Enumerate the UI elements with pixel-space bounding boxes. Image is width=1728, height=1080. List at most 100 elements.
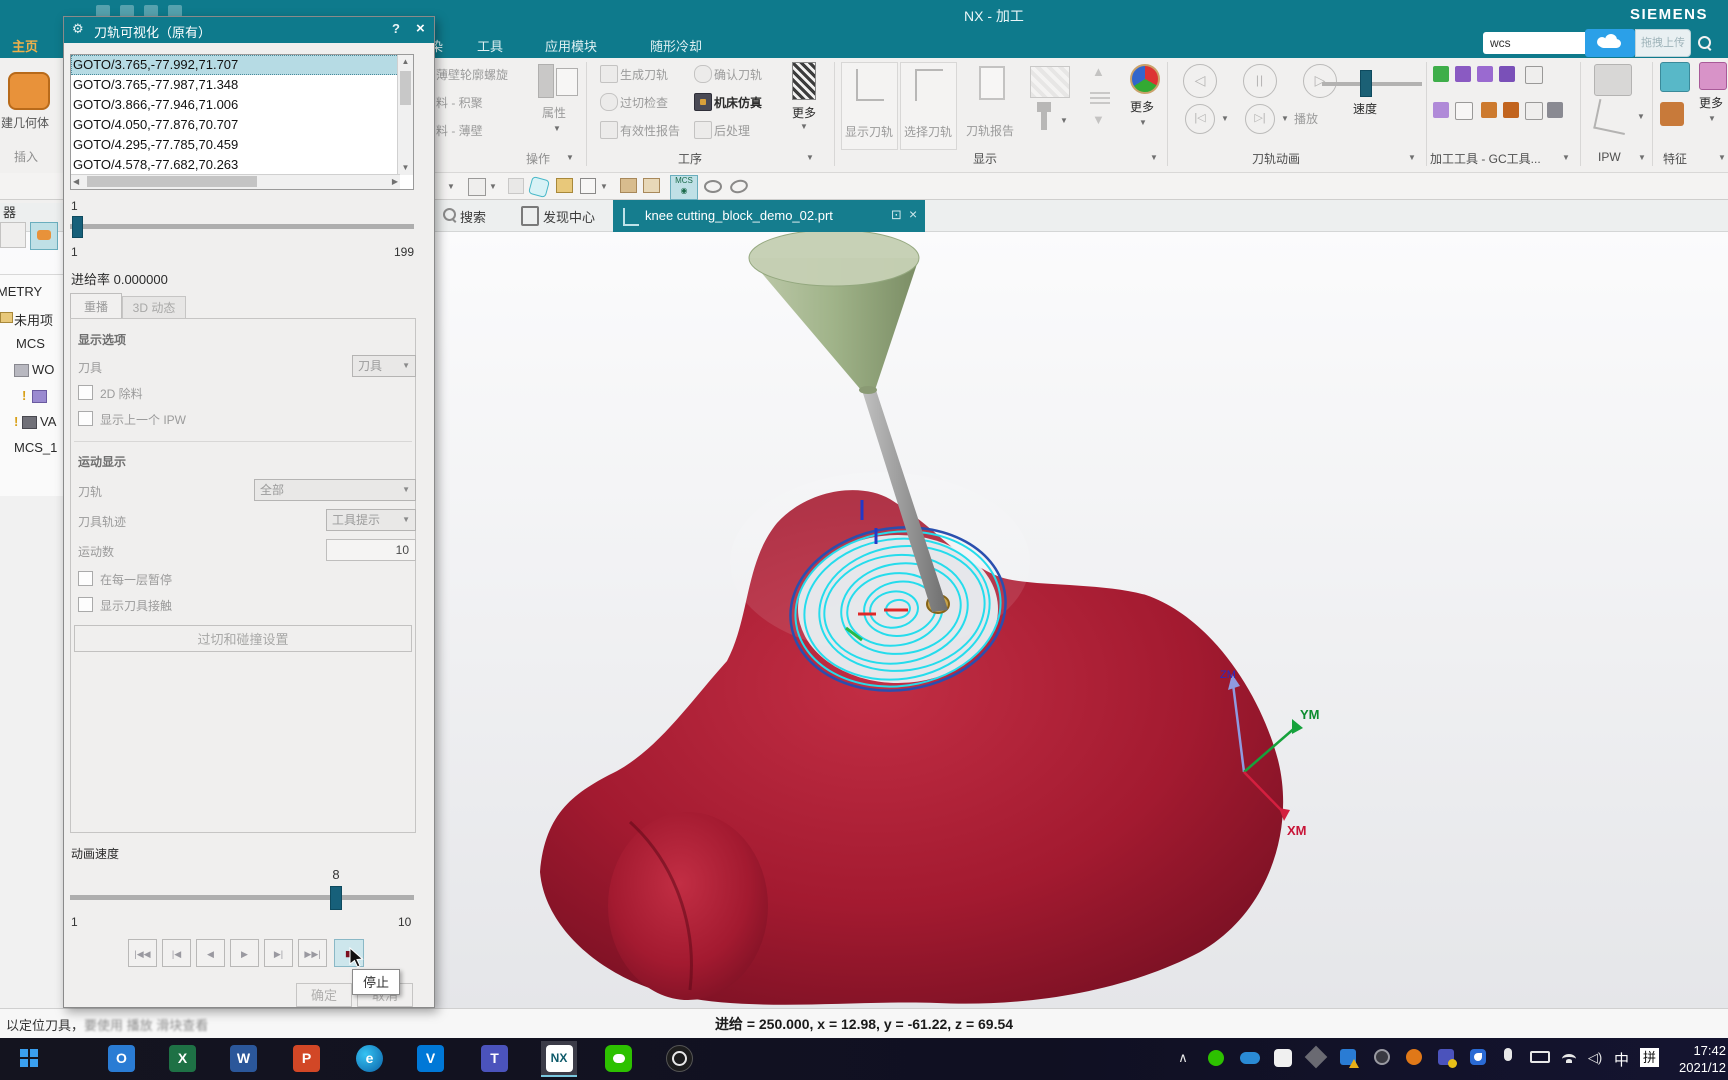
goto-list[interactable]: GOTO/3.765,-77.992,71.707 GOTO/3.765,-77… xyxy=(70,54,414,190)
properties-button[interactable]: 属性 ▼ xyxy=(534,62,580,148)
search-tab[interactable]: 搜索 xyxy=(460,207,486,226)
pause-button[interactable]: || xyxy=(1243,64,1277,98)
validity-report-button[interactable]: 有效性报告 xyxy=(620,122,680,139)
menu-item-application[interactable]: 应用模块 xyxy=(545,36,597,55)
netdisk-cloud-icon[interactable] xyxy=(1585,29,1635,57)
move-up-icon[interactable]: ▲ xyxy=(1092,64,1105,79)
go-to-end-button[interactable]: ▷| xyxy=(1245,104,1275,134)
goto-row[interactable]: GOTO/3.866,-77.946,71.006 xyxy=(71,95,413,115)
checkbox-pause-each-level[interactable] xyxy=(78,571,93,586)
start-button[interactable] xyxy=(20,1049,38,1067)
create-geometry-button[interactable]: 建几何体 xyxy=(1,114,49,131)
select-toolpath-button[interactable]: 选择刀轨 xyxy=(900,62,957,150)
chevron-down-icon[interactable]: ▼ xyxy=(566,153,574,162)
gc-machine-icon[interactable] xyxy=(1547,102,1563,118)
go-to-start-button[interactable]: |◁ xyxy=(1185,104,1215,134)
tree-item-geometry[interactable]: GEOMETRY xyxy=(0,284,42,299)
go-last-button[interactable]: ▶▶| xyxy=(298,939,327,967)
goto-row[interactable]: GOTO/4.050,-77.876,70.707 xyxy=(71,115,413,135)
chevron-down-icon[interactable]: ▼ xyxy=(489,182,497,191)
progress-slider-handle[interactable] xyxy=(72,216,83,238)
create-geometry-icon[interactable] xyxy=(8,72,50,110)
gc-clock-icon[interactable] xyxy=(1525,102,1543,120)
display-more-button[interactable]: 更多 ▼ xyxy=(1122,62,1164,148)
go-first-button[interactable]: |◀◀ xyxy=(128,939,157,967)
tray-chevron-icon[interactable]: ∧ xyxy=(1172,1050,1194,1066)
goto-row[interactable]: GOTO/4.295,-77.785,70.459 xyxy=(71,135,413,155)
gc-flag-icon[interactable] xyxy=(1455,66,1471,82)
discover-center-tab[interactable]: 发现中心 xyxy=(543,207,595,226)
tool-dropdown[interactable]: 刀具▼ xyxy=(352,355,416,377)
chevron-down-icon[interactable]: ▼ xyxy=(1060,116,1068,125)
active-document-tab[interactable]: knee cutting_block_demo_02.prt ⊡ × xyxy=(613,200,925,232)
chevron-down-icon[interactable]: ▼ xyxy=(1638,153,1646,162)
tab-close-icon[interactable]: × xyxy=(909,206,917,222)
taskbar-outlook-icon[interactable]: O xyxy=(108,1045,135,1072)
play-button[interactable]: ▶ xyxy=(230,939,259,967)
taskbar-powerpoint-icon[interactable]: P xyxy=(293,1045,320,1072)
taskbar-edge-icon[interactable]: e xyxy=(356,1045,383,1072)
tray-app-cluster-icon[interactable] xyxy=(1274,1049,1292,1067)
dialog-title-bar[interactable]: ⚙ 刀轨可视化（原有） ? × xyxy=(64,17,434,43)
taskbar-obs-icon[interactable] xyxy=(666,1045,693,1072)
ime-pinyin-icon[interactable]: 拼 xyxy=(1640,1048,1659,1067)
chevron-down-icon[interactable]: ▼ xyxy=(806,153,814,162)
tray-projector-icon[interactable] xyxy=(1530,1051,1550,1063)
step-back-button[interactable]: ◀ xyxy=(196,939,225,967)
taskbar-wechat-icon[interactable] xyxy=(605,1045,632,1072)
toolpath-visualization-dialog[interactable]: ⚙ 刀轨可视化（原有） ? × GOTO/3.765,-77.992,71.70… xyxy=(63,16,435,1008)
goto-row-selected[interactable]: GOTO/3.765,-77.992,71.707 xyxy=(71,55,413,75)
feature-teach-icon[interactable] xyxy=(1660,102,1684,126)
menu-item-conformal-cooling[interactable]: 随形冷却 xyxy=(650,36,702,55)
goto-row[interactable]: GOTO/3.765,-77.987,71.348 xyxy=(71,75,413,95)
checkbox-show-tool-contact[interactable] xyxy=(78,597,93,612)
postprocess-button[interactable]: 后处理 xyxy=(714,122,750,139)
ok-button[interactable]: 确定 xyxy=(296,983,352,1007)
chevron-down-icon[interactable]: ▼ xyxy=(1408,153,1416,162)
taskbar-teams-icon[interactable]: T xyxy=(481,1045,508,1072)
tray-microphone-icon[interactable] xyxy=(1504,1048,1512,1061)
tray-3d-icon[interactable] xyxy=(1305,1046,1328,1069)
search-icon[interactable] xyxy=(1698,36,1711,54)
gc-measure-icon[interactable] xyxy=(1525,66,1543,84)
ribbon-speed-slider[interactable] xyxy=(1322,82,1422,86)
navigator-icon[interactable] xyxy=(0,222,26,248)
more-operations-button[interactable]: 更多 ▼ xyxy=(782,62,826,148)
box-plus-icon[interactable] xyxy=(556,178,573,193)
pin-icon[interactable]: ⊡ xyxy=(891,207,902,223)
ribbon-speed-slider-handle[interactable] xyxy=(1360,70,1372,97)
scroll-up-icon[interactable]: ▲ xyxy=(398,55,413,69)
hscroll-thumb[interactable] xyxy=(87,176,257,187)
goto-row[interactable]: GOTO/4.578,-77.682,70.263 xyxy=(71,155,413,175)
play-forward-button[interactable]: ▷ xyxy=(1303,64,1337,98)
gallery-item[interactable]: 薄壁轮廓螺旋 xyxy=(436,66,528,83)
taskbar-word-icon[interactable]: W xyxy=(230,1045,257,1072)
checkbox-show-last-ipw[interactable] xyxy=(78,411,93,426)
chevron-down-icon[interactable]: ▼ xyxy=(600,182,608,191)
mcs-visibility-icon[interactable]: MCS◉ xyxy=(670,175,698,200)
gouge-check-button[interactable]: 过切检查 xyxy=(620,94,668,111)
gc-wrench-icon[interactable] xyxy=(1503,102,1519,118)
speed-slider-handle[interactable] xyxy=(330,886,342,910)
goto-hscrollbar[interactable]: ◀ ▶ xyxy=(71,174,400,189)
gc-table-icon[interactable] xyxy=(1499,66,1515,82)
chevron-down-icon[interactable]: ▼ xyxy=(1562,153,1570,162)
tree-item-mcs1[interactable]: MCS_1 xyxy=(14,440,57,455)
discover-center-icon[interactable] xyxy=(521,206,539,226)
gc-panel-icon[interactable] xyxy=(1481,102,1497,118)
checkbox-2d-removal[interactable] xyxy=(78,385,93,400)
tab-3d-dynamic[interactable]: 3D 动态 xyxy=(122,296,186,319)
tray-teams-status-icon[interactable] xyxy=(1438,1049,1454,1065)
chevron-down-icon[interactable]: ▼ xyxy=(447,182,455,191)
chevron-down-icon[interactable]: ▼ xyxy=(1281,114,1289,123)
feature-search-icon[interactable] xyxy=(1660,62,1690,92)
feature-more-button[interactable]: 更多 ▼ xyxy=(1696,62,1728,148)
navigator-geometry-icon[interactable] xyxy=(30,222,58,250)
ime-language-indicator[interactable]: 中 xyxy=(1614,1049,1629,1070)
tool-trace-dropdown[interactable]: 工具提示▼ xyxy=(326,509,416,531)
gc-note-icon[interactable] xyxy=(1477,66,1493,82)
step-first-button[interactable]: |◀ xyxy=(162,939,191,967)
snap-cursor-icon[interactable] xyxy=(508,178,524,194)
tray-thunder-icon[interactable] xyxy=(1470,1049,1486,1065)
search-icon[interactable] xyxy=(443,208,456,226)
